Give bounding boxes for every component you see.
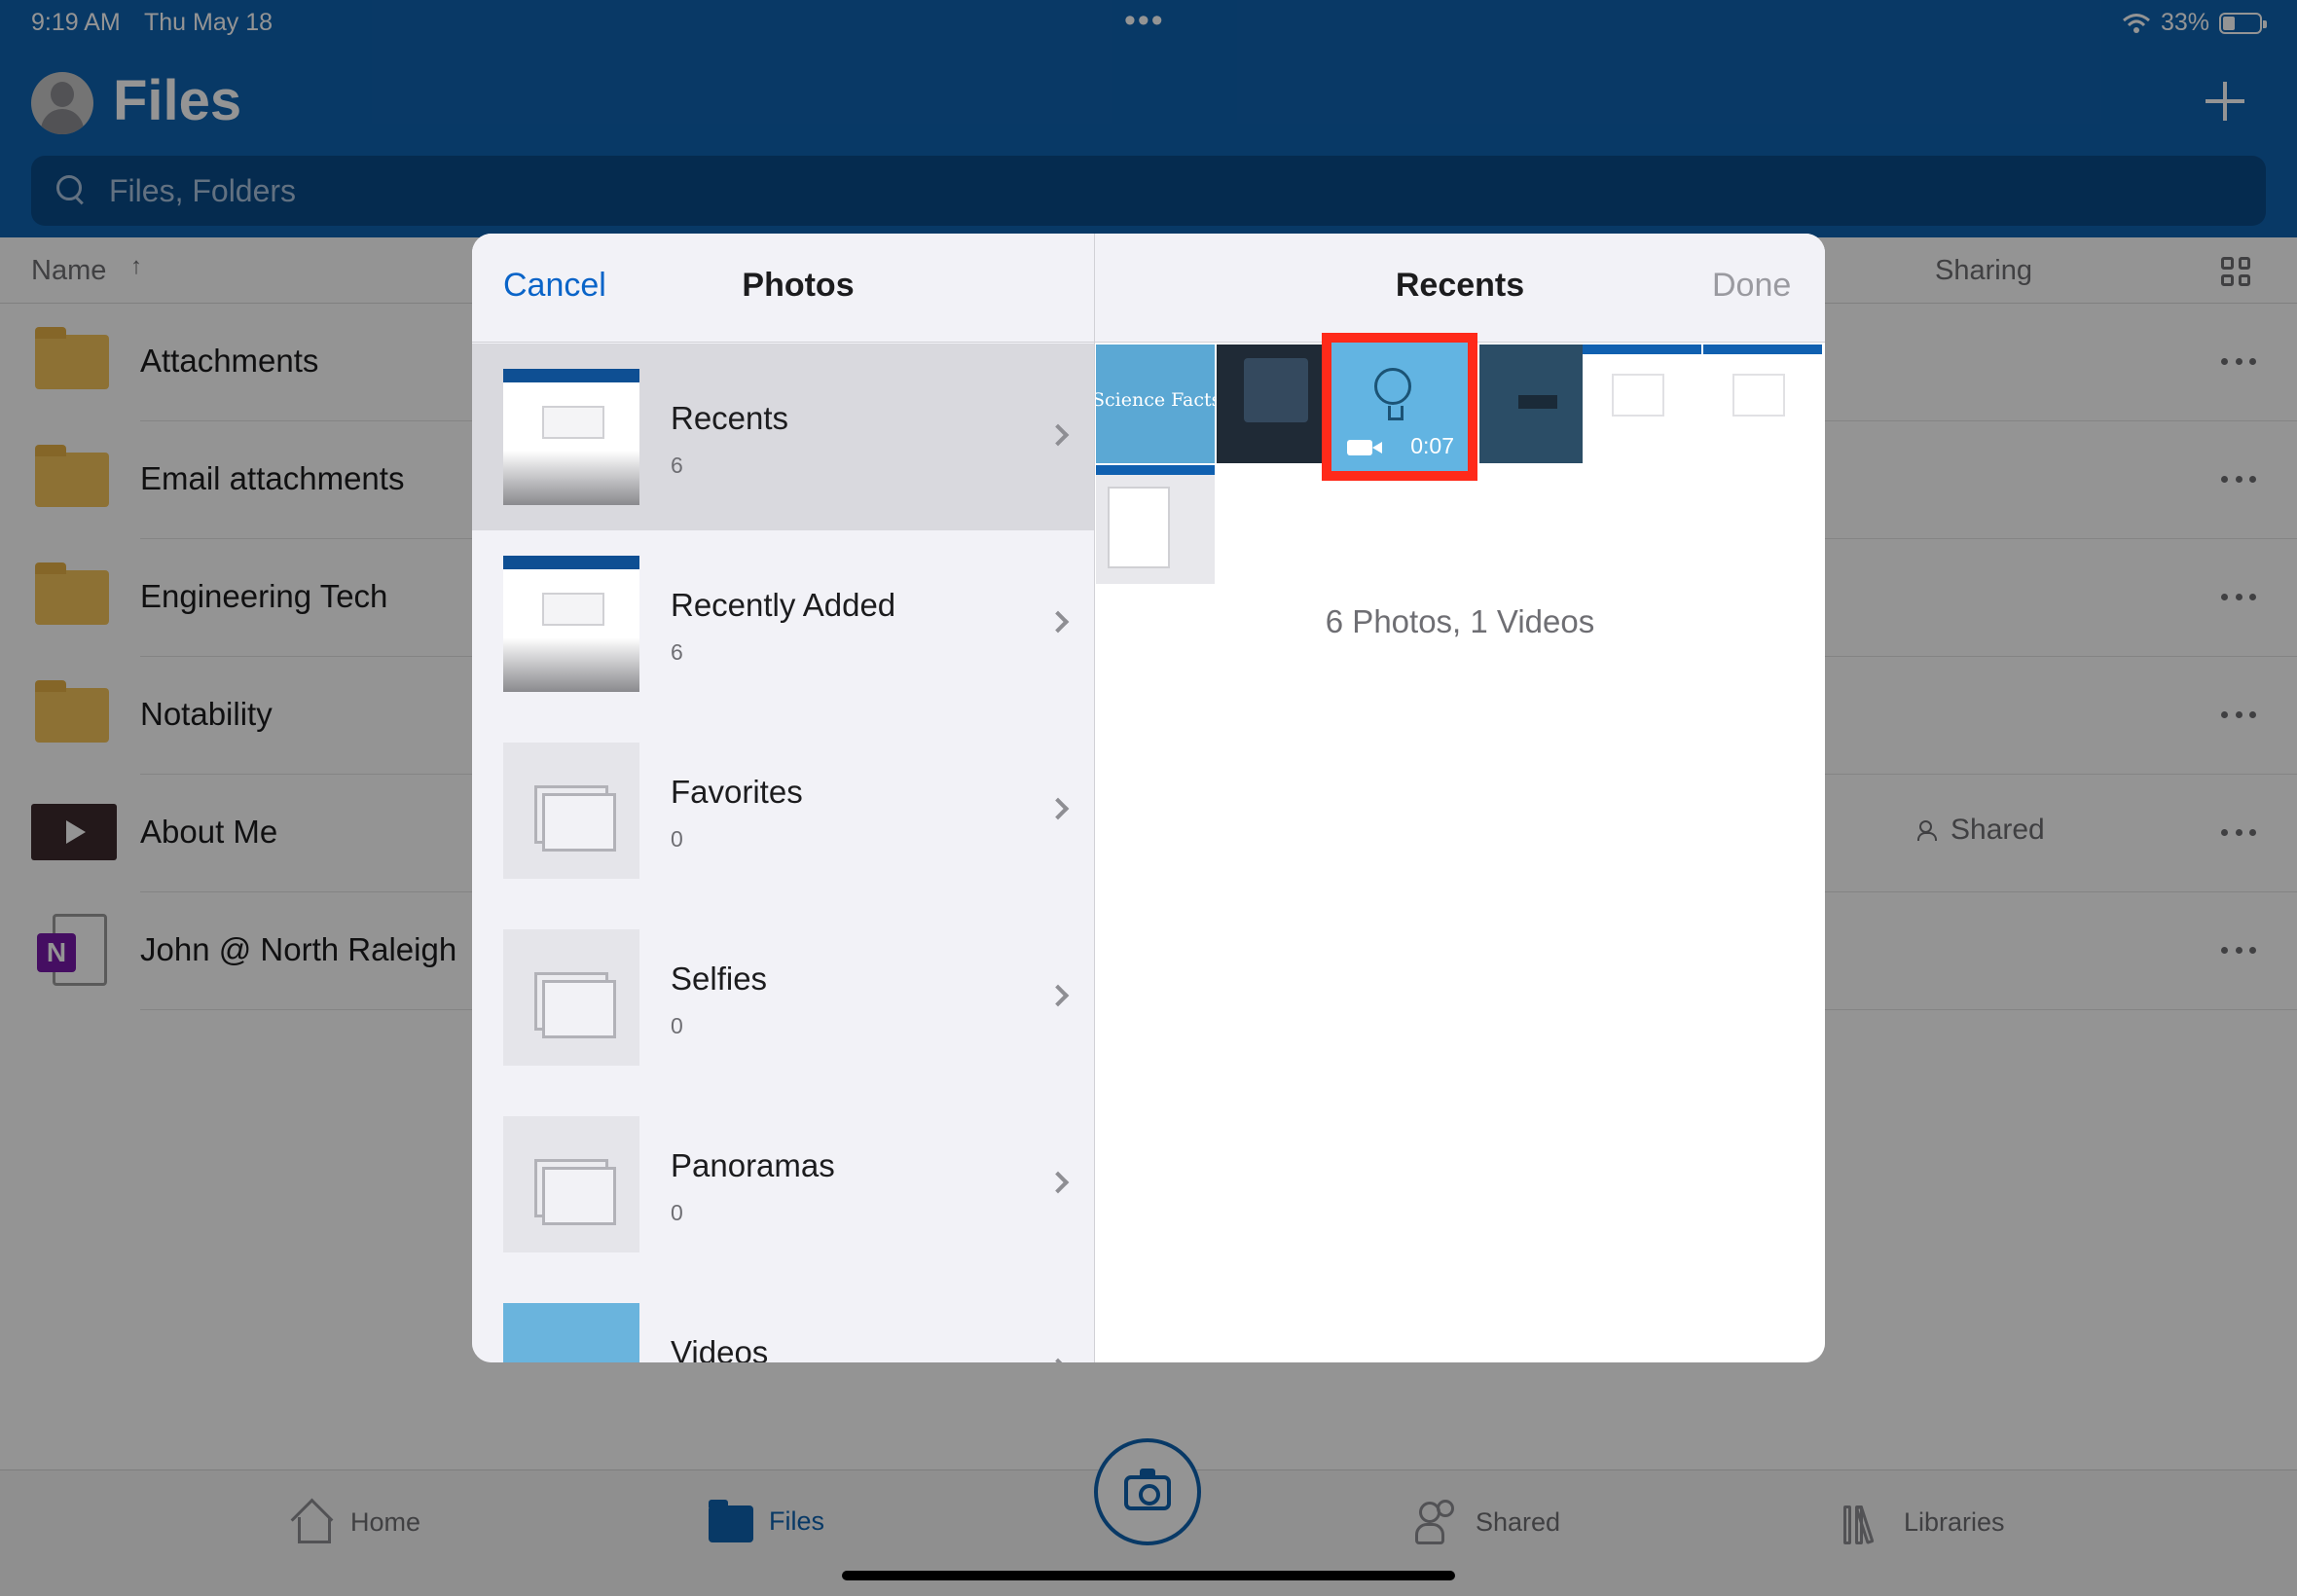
album-name: Recently Added: [671, 587, 896, 623]
album-recents[interactable]: Recents 6: [472, 344, 1094, 530]
chevron-right-icon: [1046, 1358, 1070, 1362]
album-panoramas[interactable]: Panoramas 0: [472, 1091, 1094, 1278]
album-count: 0: [671, 826, 683, 852]
album-placeholder-icon: [503, 743, 639, 879]
album-thumbnail: [503, 556, 639, 692]
photo-thumbnail[interactable]: Science Facts: [1096, 345, 1215, 463]
video-duration: 0:07: [1410, 433, 1454, 458]
album-favorites[interactable]: Favorites 0: [472, 717, 1094, 904]
chevron-right-icon: [1046, 1171, 1070, 1194]
album-selfies[interactable]: Selfies 0: [472, 904, 1094, 1091]
albums-sidebar: Cancel Photos Recents 6 Recently Added 6…: [472, 234, 1095, 1362]
chevron-right-icon: [1046, 610, 1070, 634]
home-indicator: [842, 1571, 1455, 1580]
done-button[interactable]: Done: [1712, 267, 1791, 305]
album-name: Selfies: [671, 961, 768, 997]
album-name: Panoramas: [671, 1147, 835, 1183]
album-thumbnail: [503, 369, 639, 505]
album-thumbnail: [503, 1303, 639, 1362]
media-count-summary: 6 Photos, 1 Videos: [1325, 603, 1595, 639]
sidebar-header: Cancel Photos: [472, 234, 1094, 343]
photo-caption: Science Facts: [1096, 389, 1215, 411]
sidebar-title: Photos: [742, 267, 855, 304]
album-count: 0: [671, 1013, 683, 1038]
album-name: Videos: [671, 1334, 769, 1362]
chevron-right-icon: [1046, 423, 1070, 447]
album-count: 6: [671, 453, 683, 478]
album-count: 0: [671, 1200, 683, 1225]
photo-thumbnail[interactable]: [1703, 345, 1822, 463]
video-thumbnail[interactable]: 0:07: [1322, 333, 1477, 481]
album-videos[interactable]: Videos: [472, 1278, 1094, 1362]
album-name: Recents: [671, 400, 789, 436]
album-name: Favorites: [671, 774, 803, 810]
content-header: Recents Done: [1095, 234, 1825, 343]
album-placeholder-icon: [503, 1116, 639, 1252]
chevron-right-icon: [1046, 797, 1070, 820]
photo-thumbnail[interactable]: [1479, 345, 1598, 463]
lightbulb-icon: [1374, 368, 1411, 420]
album-recently-added[interactable]: Recently Added 6: [472, 530, 1094, 717]
album-count: 6: [671, 639, 683, 665]
photo-thumbnail[interactable]: [1583, 345, 1701, 463]
video-camera-icon: [1347, 440, 1382, 455]
photo-thumbnail[interactable]: [1096, 465, 1215, 584]
photo-thumbnail[interactable]: [1217, 345, 1335, 463]
album-placeholder-icon: [503, 929, 639, 1066]
chevron-right-icon: [1046, 984, 1070, 1007]
